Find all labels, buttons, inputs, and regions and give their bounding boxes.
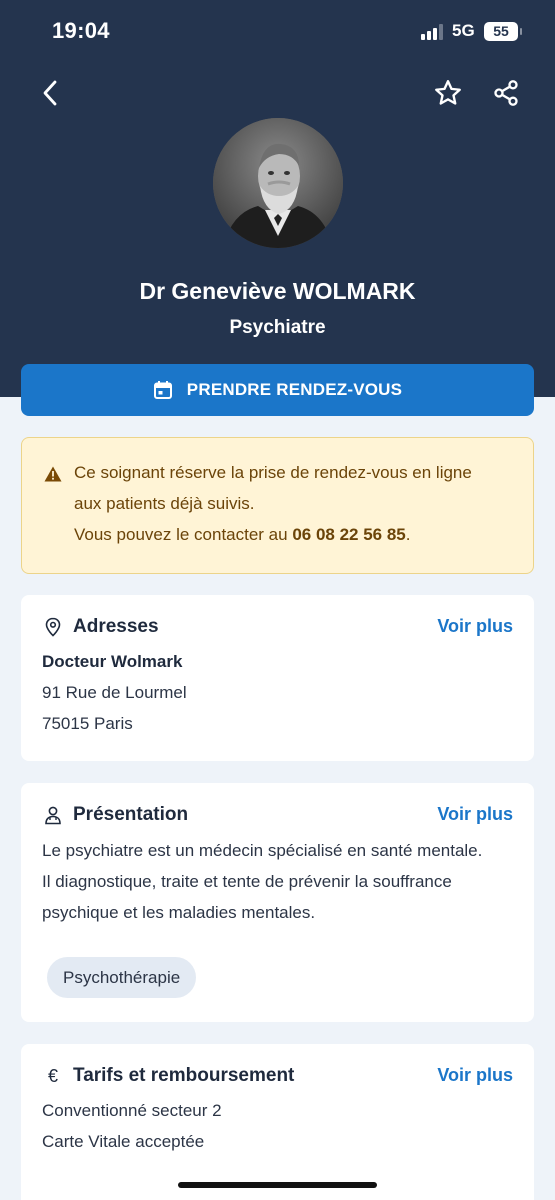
booking-restriction-notice: Ce soignant réserve la prise de rendez-v… xyxy=(21,437,534,574)
share-icon xyxy=(494,80,518,106)
notice-line-3: Vous pouvez le contacter au 06 08 22 56 … xyxy=(74,525,411,544)
home-indicator[interactable] xyxy=(178,1182,377,1188)
euro-icon: € xyxy=(47,1066,58,1086)
addresses-card: Adresses Voir plus Docteur Wolmark 91 Ru… xyxy=(21,595,534,761)
tarif-vitale: Carte Vitale acceptée xyxy=(42,1132,205,1151)
book-appointment-label: PRENDRE RENDEZ-VOUS xyxy=(186,380,403,399)
addresses-see-more-link[interactable]: Voir plus xyxy=(437,616,513,637)
address-city: 75015 Paris xyxy=(42,714,133,733)
chevron-left-icon xyxy=(43,80,57,106)
presentation-title: Présentation xyxy=(73,804,189,825)
tarif-sector: Conventionné secteur 2 xyxy=(42,1101,222,1120)
warning-icon xyxy=(44,466,62,482)
address-name: Docteur Wolmark xyxy=(42,652,183,671)
presentation-text-line-2: Il diagnostique, traite et tente de prév… xyxy=(42,872,452,891)
notice-line-1: Ce soignant réserve la prise de rendez-v… xyxy=(74,463,472,482)
presentation-text-line-1: Le psychiatre est un médecin spécialisé … xyxy=(42,841,483,860)
share-button[interactable] xyxy=(492,79,520,107)
back-button[interactable] xyxy=(36,78,64,108)
notice-line-2: aux patients déjà suivis. xyxy=(74,494,255,513)
network-label: 5G xyxy=(452,21,475,40)
status-time: 19:04 xyxy=(52,18,110,43)
doctor-specialty: Psychiatre xyxy=(229,317,326,338)
presentation-see-more-link[interactable]: Voir plus xyxy=(437,804,513,825)
star-icon xyxy=(435,80,461,105)
favorite-button[interactable] xyxy=(433,78,463,108)
doctor-avatar xyxy=(213,118,343,248)
doctor-person-icon xyxy=(45,806,61,825)
book-appointment-button[interactable]: PRENDRE RENDEZ-VOUS xyxy=(21,364,534,416)
battery-icon: 55 xyxy=(484,22,522,41)
expertise-tag: Psychothérapie xyxy=(47,957,197,998)
status-bar: 19:04 5G 55 xyxy=(0,0,555,62)
presentation-card: Présentation Voir plus Le psychiatre est… xyxy=(21,783,534,1022)
tarifs-title: Tarifs et remboursement xyxy=(73,1065,295,1086)
tarifs-card: € Tarifs et remboursement Voir plus Conv… xyxy=(21,1044,534,1200)
doctor-name: Dr Geneviève WOLMARK xyxy=(139,278,416,304)
addresses-title: Adresses xyxy=(73,616,159,637)
signal-icon xyxy=(421,24,445,40)
address-street: 91 Rue de Lourmel xyxy=(42,683,187,702)
calendar-icon xyxy=(153,381,172,399)
presentation-text-line-3: psychique et les maladies mentales. xyxy=(42,903,316,922)
tarifs-see-more-link[interactable]: Voir plus xyxy=(437,1065,513,1086)
phone-number[interactable]: 06 08 22 56 85 xyxy=(292,525,405,544)
location-pin-icon xyxy=(45,617,61,637)
